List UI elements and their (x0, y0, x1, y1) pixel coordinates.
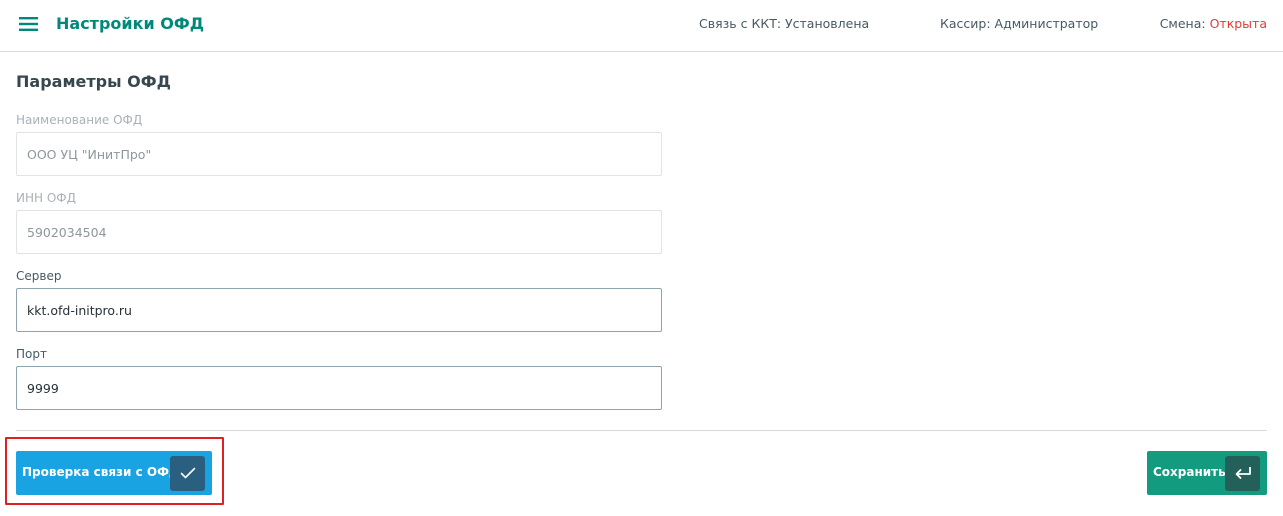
shift-status-label: Смена: (1159, 16, 1210, 31)
check-icon (170, 455, 205, 491)
ofd-inn-label: ИНН ОФД (16, 191, 76, 205)
kkt-connection-status: Связь с ККТ: Установлена (699, 16, 870, 31)
shift-status-value: Открыта (1209, 16, 1267, 31)
check-ofd-connection-button[interactable]: Проверка связи с ОФД (16, 451, 212, 495)
cashier-status: Кассир: Администратор (940, 16, 1099, 31)
server-field[interactable] (16, 288, 662, 332)
actions-divider (16, 430, 1267, 431)
server-label: Сервер (16, 269, 62, 283)
ofd-inn-field[interactable] (16, 210, 662, 254)
save-button[interactable]: Сохранить (1147, 451, 1267, 495)
ofd-name-field[interactable] (16, 132, 662, 176)
check-ofd-connection-label: Проверка связи с ОФД (22, 465, 180, 479)
ofd-name-label: Наименование ОФД (16, 113, 143, 127)
hamburger-menu-icon[interactable] (19, 16, 38, 32)
page-title: Настройки ОФД (56, 14, 204, 33)
top-bar: Настройки ОФД Связь с ККТ: Установлена К… (0, 0, 1283, 52)
port-label: Порт (16, 347, 47, 361)
section-title: Параметры ОФД (16, 72, 171, 91)
enter-icon (1225, 455, 1260, 491)
port-field[interactable] (16, 366, 662, 410)
save-button-label: Сохранить (1153, 465, 1226, 479)
shift-status: Смена: Открыта (1160, 16, 1267, 32)
